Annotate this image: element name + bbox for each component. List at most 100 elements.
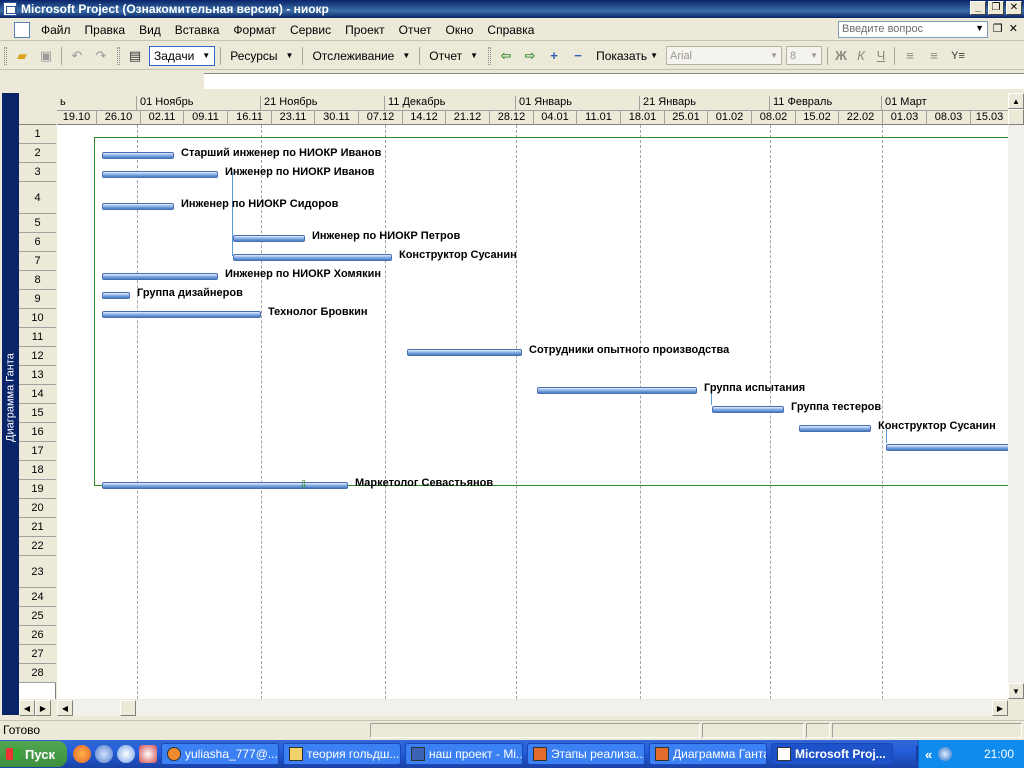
project-app-icon[interactable]	[3, 2, 17, 16]
align-center-icon[interactable]: ≡	[924, 46, 944, 66]
clock[interactable]: 21:00	[984, 747, 1014, 761]
toolbar-grip[interactable]	[4, 46, 7, 65]
report-dropdown[interactable]: Отчет ▼	[425, 46, 482, 66]
start-button[interactable]: Пуск	[0, 741, 67, 767]
toolbar-grip[interactable]	[488, 46, 492, 65]
minimize-button[interactable]: _	[970, 1, 986, 15]
task-pane-icon[interactable]: ▤	[125, 46, 145, 66]
font-size-select[interactable]: 8 ▼	[786, 46, 822, 65]
menu-tools[interactable]: Сервис	[283, 23, 338, 37]
gantt-chart[interactable]: ь 01 Ноябрь 21 Ноябрь 11 Декабрь 01 Янва…	[57, 93, 1008, 699]
network-icon[interactable]	[938, 747, 953, 761]
gantt-bar[interactable]	[102, 273, 218, 280]
vertical-scrollbar[interactable]: ▲ ▼	[1008, 93, 1024, 699]
menu-file[interactable]: Файл	[34, 23, 78, 37]
row-number[interactable]: 6	[19, 233, 56, 252]
row-number[interactable]: 27	[19, 645, 56, 664]
show-dropdown[interactable]: Показать ▼	[592, 46, 662, 66]
menu-window[interactable]: Окно	[439, 23, 481, 37]
row-number[interactable]: 14	[19, 385, 56, 404]
gantt-bar[interactable]	[537, 387, 697, 394]
gantt-bar[interactable]	[102, 311, 261, 318]
restore-button[interactable]: ❐	[988, 1, 1004, 15]
row-number[interactable]: 28	[19, 664, 56, 683]
row-number[interactable]: 18	[19, 461, 56, 480]
messenger-icon[interactable]	[95, 745, 113, 763]
gantt-bar[interactable]	[233, 235, 305, 242]
gantt-bar[interactable]	[102, 292, 130, 299]
scroll-left-button[interactable]: ◀	[57, 700, 73, 716]
row-number[interactable]: 15	[19, 404, 56, 423]
row-number[interactable]: 21	[19, 518, 56, 537]
italic-button[interactable]: К	[851, 48, 871, 63]
gantt-bar[interactable]	[233, 254, 392, 261]
taskbar-button[interactable]: Этапы реализа...	[527, 743, 645, 765]
row-number[interactable]: 17	[19, 442, 56, 461]
tracking-dropdown[interactable]: Отслеживание ▼	[308, 46, 414, 66]
scroll-right-button[interactable]: ▶	[992, 700, 1008, 716]
row-number[interactable]: 12	[19, 347, 56, 366]
toolbar-grip[interactable]	[117, 46, 120, 65]
row-number[interactable]: 20	[19, 499, 56, 518]
row-number[interactable]: 5	[19, 214, 56, 233]
media-player-icon[interactable]	[139, 745, 157, 763]
menu-project[interactable]: Проект	[338, 23, 392, 37]
menu-edit[interactable]: Правка	[78, 23, 133, 37]
row-number[interactable]: 24	[19, 588, 56, 607]
scroll-left-button[interactable]: ◀	[19, 700, 35, 716]
menu-help[interactable]: Справка	[480, 23, 541, 37]
row-number[interactable]: 2	[19, 144, 56, 163]
redo-icon[interactable]: ↷	[91, 46, 111, 66]
gantt-bar[interactable]	[799, 425, 871, 432]
underline-button[interactable]: Ч	[871, 48, 891, 63]
filter-icon[interactable]: Y≡	[948, 46, 968, 66]
gantt-bar[interactable]	[102, 171, 218, 178]
row-number[interactable]: 1	[19, 125, 56, 144]
select-all-corner[interactable]	[19, 93, 56, 125]
minus-icon[interactable]: −	[568, 46, 588, 66]
chevron-down-icon[interactable]: ▼	[975, 23, 984, 33]
tasks-dropdown[interactable]: Задачи ▼	[149, 45, 216, 66]
arrow-left-icon[interactable]: ⇦	[496, 46, 516, 66]
internet-explorer-icon[interactable]	[117, 745, 135, 763]
gantt-bar[interactable]	[407, 349, 522, 356]
font-select[interactable]: Arial ▼	[666, 46, 782, 65]
scroll-thumb[interactable]	[1008, 109, 1024, 125]
row-scrollbar[interactable]: ◀ ▶	[19, 700, 56, 716]
taskbar-button[interactable]: теория гольдш...	[283, 743, 401, 765]
gantt-bar[interactable]	[102, 482, 348, 489]
mdi-close-button[interactable]: ✕	[1009, 22, 1018, 35]
row-number[interactable]: 19	[19, 480, 56, 499]
gantt-bar[interactable]	[102, 203, 174, 210]
row-number[interactable]: 9	[19, 290, 56, 309]
undo-icon[interactable]: ↶	[67, 46, 87, 66]
row-number[interactable]: 10	[19, 309, 56, 328]
timescale[interactable]: ь 01 Ноябрь 21 Ноябрь 11 Декабрь 01 Янва…	[57, 93, 1008, 125]
gantt-bar[interactable]	[102, 152, 174, 159]
row-number[interactable]: 23	[19, 556, 56, 588]
open-folder-icon[interactable]: ▰	[12, 46, 32, 66]
plus-icon[interactable]: +	[544, 46, 564, 66]
tray-expand-button[interactable]: «	[925, 747, 932, 762]
scroll-down-button[interactable]: ▼	[1008, 683, 1024, 699]
entry-field[interactable]	[204, 73, 1024, 89]
help-search-input[interactable]: Введите вопрос ▼	[838, 21, 988, 38]
row-number[interactable]: 4	[19, 182, 56, 214]
row-number[interactable]: 22	[19, 537, 56, 556]
taskbar-button[interactable]: yuliasha_777@...	[161, 743, 279, 765]
menu-view[interactable]: Вид	[132, 23, 168, 37]
row-number[interactable]: 7	[19, 252, 56, 271]
row-number[interactable]: 16	[19, 423, 56, 442]
gantt-bar[interactable]	[886, 444, 1008, 451]
row-number[interactable]: 26	[19, 626, 56, 645]
horizontal-scrollbar[interactable]: ◀ ▶	[57, 700, 1008, 716]
document-icon[interactable]	[14, 21, 30, 38]
align-left-icon[interactable]: ≡	[900, 46, 920, 66]
row-number[interactable]: 3	[19, 163, 56, 182]
taskbar-button[interactable]: Диаграмма Ганта	[649, 743, 767, 765]
scroll-up-button[interactable]: ▲	[1008, 93, 1024, 109]
close-button[interactable]: ✕	[1006, 1, 1022, 15]
save-icon[interactable]: ▣	[36, 46, 56, 66]
taskbar-button-active[interactable]: Microsoft Proj...	[771, 743, 893, 765]
resources-dropdown[interactable]: Ресурсы ▼	[226, 46, 297, 66]
